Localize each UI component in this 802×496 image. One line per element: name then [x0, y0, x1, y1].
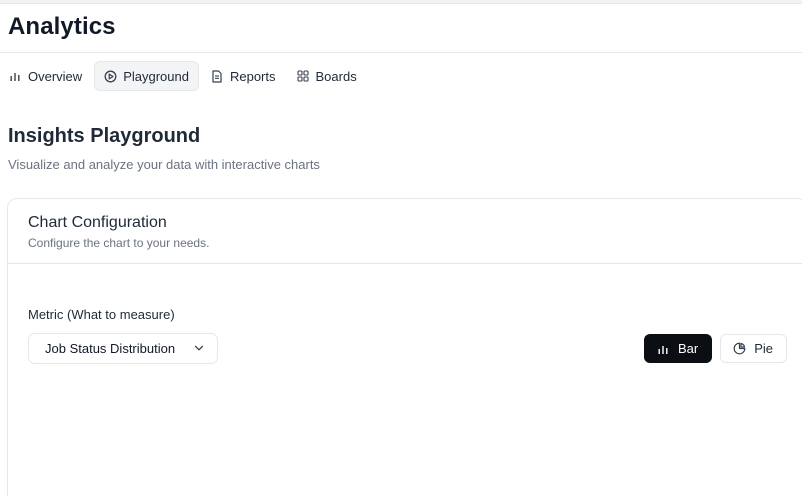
grid-icon: [296, 69, 310, 83]
bar-chart-icon: [8, 69, 22, 83]
card-title: Chart Configuration: [28, 214, 167, 231]
pie-chart-icon: [733, 342, 746, 356]
tab-label: Boards: [315, 68, 357, 84]
page-subtitle: Visualize and analyze your data with int…: [8, 157, 320, 172]
chart-configuration-card: Chart Configuration Configure the chart …: [7, 198, 802, 496]
chevron-down-icon: [193, 342, 205, 354]
pie-chart-button[interactable]: Pie: [720, 334, 787, 363]
play-circle-icon: [103, 69, 117, 83]
tab-reports[interactable]: Reports: [202, 61, 285, 91]
tab-bar: Overview Playground Reports Boards: [0, 61, 369, 91]
top-strip: [0, 0, 802, 4]
chart-type-toggle: Bar Pie: [644, 334, 787, 363]
metric-select[interactable]: Job Status Distribution: [28, 333, 218, 364]
card-divider: [8, 263, 802, 264]
metric-label: Metric (What to measure): [28, 307, 175, 322]
tab-overview[interactable]: Overview: [0, 61, 91, 91]
app-title: Analytics: [8, 13, 116, 40]
bar-chart-icon: [656, 342, 670, 356]
pie-button-label: Pie: [754, 341, 773, 356]
tab-boards[interactable]: Boards: [288, 61, 366, 91]
header-divider: [0, 52, 802, 53]
tab-label: Playground: [123, 68, 189, 84]
tab-label: Reports: [229, 68, 276, 84]
card-subtitle: Configure the chart to your needs.: [28, 236, 210, 250]
bar-button-label: Bar: [678, 341, 699, 356]
tab-playground[interactable]: Playground: [94, 61, 199, 91]
metric-select-value: Job Status Distribution: [45, 341, 176, 356]
file-text-icon: [210, 69, 224, 83]
bar-chart-button[interactable]: Bar: [644, 334, 712, 363]
tab-label: Overview: [28, 68, 83, 84]
page-title: Insights Playground: [8, 125, 201, 147]
